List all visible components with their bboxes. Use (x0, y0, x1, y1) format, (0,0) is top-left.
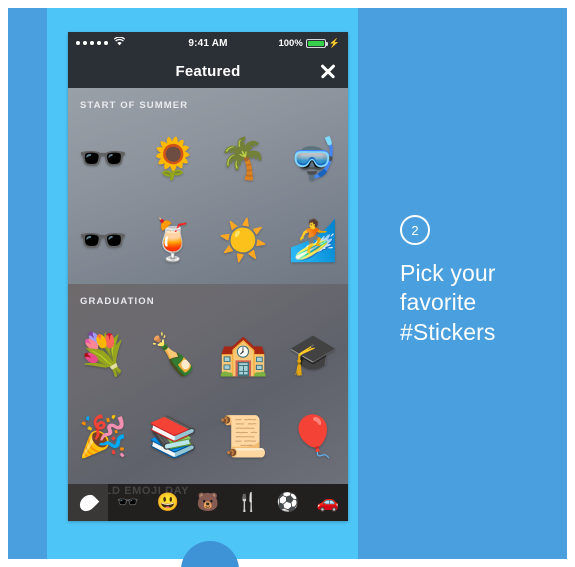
battery-icon (305, 38, 328, 48)
sticker-glyph: 🌻 (148, 137, 198, 181)
category-travel[interactable]: 🚗 (308, 484, 348, 521)
sticker-glyph: 🤿 (288, 137, 338, 181)
battery-percent-label: 100% (278, 37, 303, 49)
sticker-glyph: 📚 (148, 415, 198, 459)
section-graduation: GRADUATION 💐 🍾 🏫 🎓 🎉 📚 📜 🎈 (68, 284, 348, 484)
grinning-face-icon: 😃 (156, 492, 180, 512)
sticker-glyph: 💐 (78, 333, 128, 377)
sticker-glyph: 🕶️ (78, 219, 128, 263)
sticker-glyph: 🏫 (218, 333, 268, 377)
sticker-glyph: 🎓 (288, 333, 338, 377)
page-title: Featured (175, 62, 241, 80)
flame-icon (76, 491, 100, 514)
car-icon: 🚗 (316, 492, 340, 512)
sticker-glyph: 🍾 (148, 333, 198, 377)
category-food[interactable]: 🍴 (228, 484, 268, 521)
section-start-of-summer: START OF SUMMER 🕶️ 🌻 🌴 🤿 🕶️ 🍹 ☀️ 🏄 (68, 88, 348, 284)
sticker-glyph: 🏄 (288, 219, 338, 263)
screenshot-root: 9:41 AM 100% ⚡ Featured START OF SUMMER … (0, 0, 575, 567)
sticker-sheet[interactable]: START OF SUMMER 🕶️ 🌻 🌴 🤿 🕶️ 🍹 ☀️ 🏄 GRADU… (68, 88, 348, 521)
sticker-glyph: 📜 (218, 415, 268, 459)
party-popper-sticker[interactable]: 🎉 (68, 398, 138, 476)
instruction-text: Pick your favorite #Stickers (400, 260, 496, 345)
palm-tree-sticker[interactable]: 🌴 (208, 120, 278, 198)
fork-and-knife-icon: 🍴 (236, 492, 260, 512)
category-sunglasses[interactable]: 🕶️ (108, 484, 148, 521)
bear-face-icon: 🐻 (196, 492, 220, 512)
red-sunglasses-sticker[interactable]: 🕶️ (68, 202, 138, 280)
status-bar: 9:41 AM 100% ⚡ (68, 32, 348, 54)
sunglasses-icon: 🕶️ (116, 492, 140, 512)
champagne-bottle-sticker[interactable]: 🍾 (138, 316, 208, 394)
close-icon[interactable] (318, 61, 338, 81)
nav-bar: Featured (68, 54, 348, 88)
sticker-grid-graduation: 💐 🍾 🏫 🎓 🎉 📚 📜 🎈 (68, 316, 348, 476)
sticker-glyph: 🎈 (288, 415, 338, 459)
category-sports[interactable]: ⚽ (268, 484, 308, 521)
sticker-glyph: 🕶️ (78, 137, 128, 181)
sunflower-sticker[interactable]: 🌻 (138, 120, 208, 198)
status-battery-group: 100% ⚡ (278, 38, 340, 49)
soccer-ball-icon: ⚽ (276, 492, 300, 512)
category-trending[interactable] (68, 484, 108, 521)
sticker-glyph: ☀️ (218, 219, 268, 263)
category-smileys[interactable]: 😃 (148, 484, 188, 521)
sticker-glyph: 🌴 (218, 137, 268, 181)
diving-mask-sticker[interactable]: 🤿 (278, 120, 348, 198)
bouquet-sticker[interactable]: 💐 (68, 316, 138, 394)
sticker-glyph: 🎉 (78, 415, 128, 459)
tropical-drink-sticker[interactable]: 🍹 (138, 202, 208, 280)
school-building-sticker[interactable]: 🏫 (208, 316, 278, 394)
graduation-cap-sticker[interactable]: 🎓 (278, 316, 348, 394)
section-title: GRADUATION (80, 296, 155, 307)
sticker-glyph: 🍹 (148, 219, 198, 263)
phone-screen: 9:41 AM 100% ⚡ Featured START OF SUMMER … (68, 32, 348, 521)
instruction-panel: 2 Pick your favorite #Stickers (400, 215, 550, 347)
category-animals[interactable]: 🐻 (188, 484, 228, 521)
diploma-scroll-sticker[interactable]: 📜 (208, 398, 278, 476)
lightning-bolt-icon: ⚡ (328, 37, 340, 48)
smiling-sun-sticker[interactable]: ☀️ (208, 202, 278, 280)
sticker-grid-summer: 🕶️ 🌻 🌴 🤿 🕶️ 🍹 ☀️ 🏄 (68, 120, 348, 280)
section-title: START OF SUMMER (80, 100, 189, 111)
category-toolbar: WORLD EMOJI DAY 🕶️ 😃 🐻 🍴 ⚽ 🚗 (68, 484, 348, 521)
surfer-sticker[interactable]: 🏄 (278, 202, 348, 280)
stack-of-books-sticker[interactable]: 📚 (138, 398, 208, 476)
sunglasses-gradient-sticker[interactable]: 🕶️ (68, 120, 138, 198)
balloons-sticker[interactable]: 🎈 (278, 398, 348, 476)
step-number-badge: 2 (400, 215, 430, 245)
